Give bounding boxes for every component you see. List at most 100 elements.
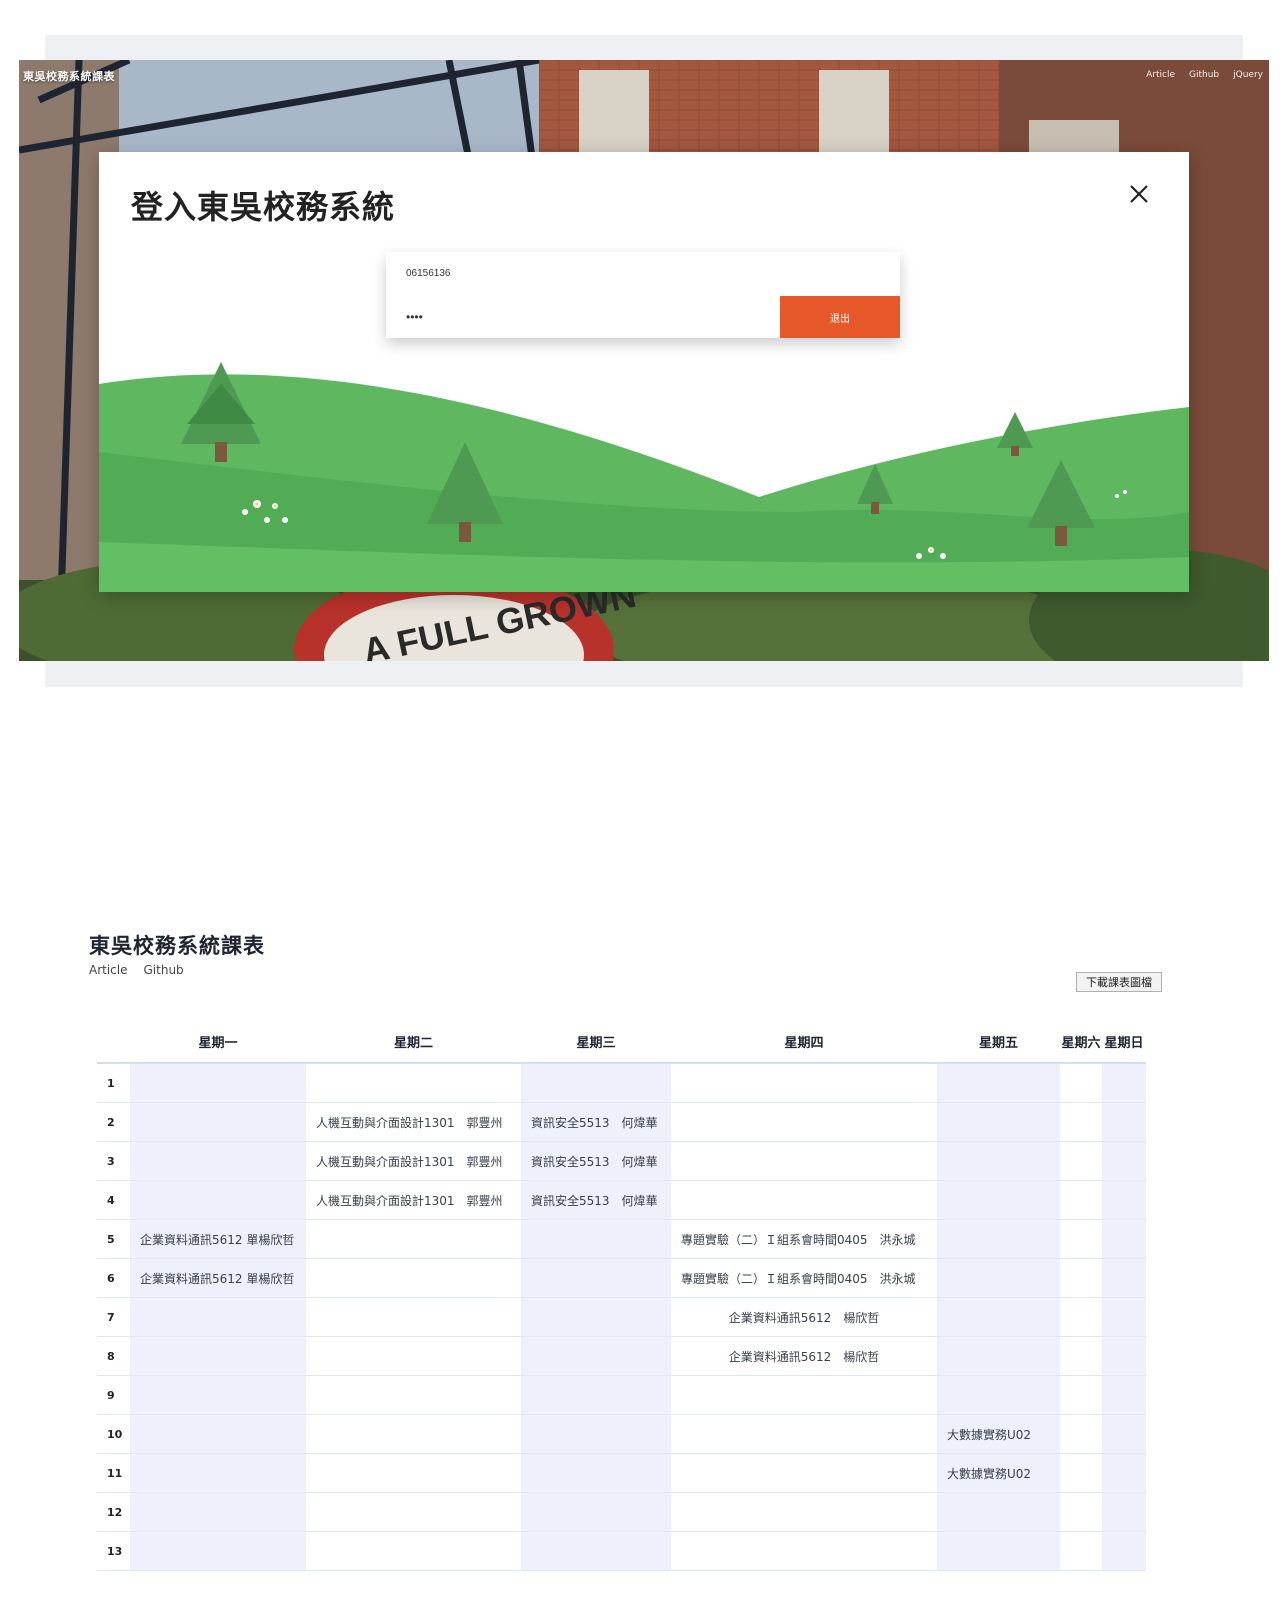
course-cell	[937, 1141, 1060, 1181]
nav-link-article[interactable]: Article	[1146, 70, 1175, 80]
course-cell	[1060, 1258, 1102, 1298]
course-cell	[671, 1453, 937, 1493]
course-cell	[1102, 1336, 1146, 1376]
period-number: 6	[97, 1258, 130, 1298]
course-cell: 人機互動與介面設計1301 郭豐州	[306, 1102, 521, 1142]
course-cell	[306, 1492, 521, 1532]
course-cell	[306, 1258, 521, 1298]
course-cell	[937, 1375, 1060, 1415]
period-number: 7	[97, 1297, 130, 1337]
timetable-container: 星期一 星期二 星期三 星期四 星期五 星期六 星期日 1 2 人機互動與介面設計1…	[97, 1020, 1146, 1571]
course-cell	[130, 1414, 306, 1454]
course-cell	[1102, 1141, 1146, 1181]
course-cell	[1102, 1297, 1146, 1337]
period-number: 8	[97, 1336, 130, 1376]
course-cell	[521, 1063, 671, 1103]
course-cell	[937, 1258, 1060, 1298]
course-cell	[1102, 1453, 1146, 1493]
course-cell	[521, 1414, 671, 1454]
nav-link-jquery[interactable]: jQuery	[1233, 70, 1263, 80]
course-cell	[1102, 1180, 1146, 1220]
table-row: 12	[97, 1492, 1146, 1532]
course-cell	[1060, 1297, 1102, 1337]
modal-heading: 登入東吳校務系統	[131, 188, 396, 226]
course-cell	[521, 1453, 671, 1493]
table-row: 11 大數據實務U02	[97, 1453, 1146, 1493]
course-cell	[671, 1063, 937, 1103]
course-cell	[671, 1141, 937, 1181]
course-cell	[937, 1219, 1060, 1259]
course-cell	[306, 1375, 521, 1415]
course-cell	[1102, 1492, 1146, 1532]
period-number: 10	[97, 1414, 130, 1454]
course-cell	[937, 1063, 1060, 1103]
course-cell	[521, 1492, 671, 1532]
course-cell: 人機互動與介面設計1301 郭豐州	[306, 1180, 521, 1220]
period-number: 12	[97, 1492, 130, 1532]
course-cell	[130, 1063, 306, 1103]
course-cell	[306, 1336, 521, 1376]
course-cell: 大數據實務U02	[937, 1453, 1060, 1493]
course-cell	[130, 1102, 306, 1142]
course-cell	[306, 1063, 521, 1103]
period-number: 9	[97, 1375, 130, 1415]
table-row: 8 企業資料通訊5612 楊欣哲	[97, 1336, 1146, 1376]
course-cell	[130, 1531, 306, 1571]
table-row: 13	[97, 1531, 1146, 1571]
course-cell	[671, 1492, 937, 1532]
table-row: 6 企業資料通訊5612 單楊欣哲 專題實驗（二）Ｉ組系會時間0405 洪永城	[97, 1258, 1146, 1298]
password-input[interactable]	[386, 296, 780, 338]
day-header: 星期一	[130, 1020, 306, 1064]
course-cell: 專題實驗（二）Ｉ組系會時間0405 洪永城	[671, 1258, 937, 1298]
day-header: 星期六	[1060, 1020, 1102, 1064]
course-cell	[130, 1297, 306, 1337]
nav-link-github[interactable]: Github	[144, 963, 184, 977]
download-schedule-button[interactable]: 下載課表圖檔	[1076, 972, 1162, 992]
student-id-input[interactable]	[386, 252, 900, 294]
table-row: 9	[97, 1375, 1146, 1415]
course-cell: 專題實驗（二）Ｉ組系會時間0405 洪永城	[671, 1219, 937, 1259]
course-cell	[671, 1531, 937, 1571]
timetable-header-row: 星期一 星期二 星期三 星期四 星期五 星期六 星期日	[97, 1020, 1146, 1064]
table-row: 4 人機互動與介面設計1301 郭豐州 資訊安全5513 何煒華	[97, 1180, 1146, 1220]
brand-title[interactable]: 東吳校務系統課表	[23, 68, 115, 84]
day-header: 星期日	[1102, 1020, 1146, 1064]
course-cell	[130, 1180, 306, 1220]
course-cell	[937, 1297, 1060, 1337]
course-cell	[1060, 1414, 1102, 1454]
course-cell	[306, 1219, 521, 1259]
course-cell: 企業資料通訊5612 楊欣哲	[671, 1297, 937, 1337]
course-cell	[1102, 1063, 1146, 1103]
course-cell: 企業資料通訊5612 楊欣哲	[671, 1336, 937, 1376]
logout-button[interactable]: 退出	[780, 296, 900, 338]
course-cell	[937, 1531, 1060, 1571]
nav-link-github[interactable]: Github	[1189, 70, 1219, 80]
course-cell	[306, 1453, 521, 1493]
course-cell	[937, 1102, 1060, 1142]
top-nav: Article Github jQuery	[1146, 70, 1263, 80]
nav-link-article[interactable]: Article	[89, 963, 128, 977]
close-icon[interactable]	[1127, 182, 1151, 206]
course-cell	[521, 1336, 671, 1376]
course-cell: 企業資料通訊5612 單楊欣哲	[130, 1219, 306, 1259]
page-title: 東吳校務系統課表	[89, 934, 265, 958]
course-cell: 大數據實務U02	[937, 1414, 1060, 1454]
period-number: 11	[97, 1453, 130, 1493]
period-number: 2	[97, 1102, 130, 1142]
day-header: 星期四	[671, 1020, 937, 1064]
course-cell	[306, 1297, 521, 1337]
course-cell	[130, 1375, 306, 1415]
course-cell	[1060, 1531, 1102, 1571]
course-cell	[521, 1258, 671, 1298]
course-cell: 資訊安全5513 何煒華	[521, 1180, 671, 1220]
course-cell	[937, 1180, 1060, 1220]
course-cell	[671, 1375, 937, 1415]
period-number: 4	[97, 1180, 130, 1220]
course-cell	[671, 1102, 937, 1142]
course-cell	[1060, 1180, 1102, 1220]
course-cell	[1102, 1531, 1146, 1571]
course-cell	[521, 1531, 671, 1571]
day-header: 星期三	[521, 1020, 671, 1064]
course-cell	[1102, 1258, 1146, 1298]
course-cell	[1060, 1063, 1102, 1103]
